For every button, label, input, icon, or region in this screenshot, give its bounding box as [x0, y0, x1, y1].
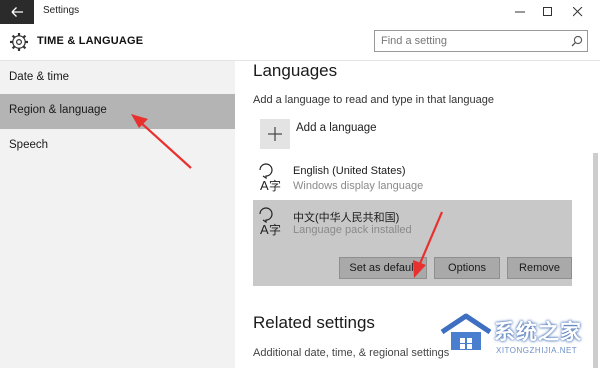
language-item-english[interactable]: A 字 English (United States) Windows disp… [253, 160, 572, 200]
language-name: English (United States) [293, 165, 406, 177]
language-status: Language pack installed [293, 224, 412, 236]
plus-tile [260, 119, 290, 149]
back-arrow-icon [11, 7, 23, 17]
related-settings-heading: Related settings [253, 313, 375, 332]
add-language-button[interactable]: Add a language [260, 119, 560, 151]
maximize-button[interactable] [533, 0, 563, 24]
svg-text:字: 字 [269, 178, 281, 193]
svg-text:A: A [260, 222, 269, 237]
add-language-label: Add a language [296, 122, 377, 134]
search-box[interactable] [374, 30, 588, 52]
related-settings-link[interactable]: Additional date, time, & regional settin… [253, 347, 449, 359]
search-input[interactable] [381, 33, 561, 49]
set-as-default-button[interactable]: Set as default [339, 257, 427, 279]
back-button[interactable] [0, 0, 34, 24]
search-icon[interactable] [571, 35, 583, 47]
language-icon: A 字 [259, 207, 281, 237]
sidebar-item-speech[interactable]: Speech [0, 129, 235, 164]
minimize-button[interactable] [505, 0, 535, 24]
close-icon [573, 7, 583, 17]
options-button[interactable]: Options [434, 257, 500, 279]
svg-text:字: 字 [269, 222, 281, 237]
language-status: Windows display language [293, 180, 424, 192]
close-button[interactable] [563, 0, 593, 24]
remove-button[interactable]: Remove [507, 257, 572, 279]
settings-header: TIME & LANGUAGE [0, 24, 600, 61]
languages-heading: Languages [253, 61, 338, 80]
window-title: Settings [43, 5, 80, 16]
sidebar-item-date-time[interactable]: Date & time [0, 61, 235, 96]
watermark: 系统之家 XITONGZHIJIA.NET [438, 306, 596, 364]
title-bar: Settings [0, 0, 600, 24]
languages-description: Add a language to read and type in that … [253, 94, 494, 106]
watermark-text: 系统之家 [494, 321, 582, 344]
language-name: 中文(中华人民共和国) [293, 212, 400, 224]
maximize-icon [543, 7, 552, 16]
sidebar-item-region-language[interactable]: Region & language [0, 94, 235, 129]
plus-icon [268, 127, 282, 141]
watermark-url: XITONGZHIJIA.NET [496, 346, 578, 355]
language-icon: A 字 [259, 163, 281, 193]
sidebar-item-label: Region & language [9, 104, 107, 116]
page-title: TIME & LANGUAGE [37, 35, 144, 47]
sidebar-item-label: Speech [9, 139, 49, 151]
sidebar-item-label: Date & time [9, 71, 70, 83]
gear-icon [10, 33, 28, 51]
house-logo-icon [440, 313, 492, 350]
svg-text:A: A [260, 178, 269, 193]
minimize-icon [515, 11, 525, 13]
sidebar: Date & time Region & language Speech [0, 61, 235, 368]
